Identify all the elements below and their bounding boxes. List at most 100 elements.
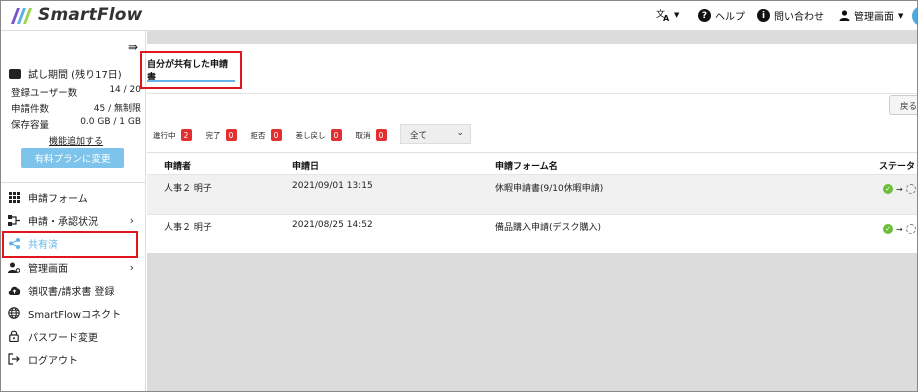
sidebar-item-approval-status[interactable]: 申請・承認状況 › <box>1 209 146 231</box>
user-gear-icon <box>7 262 21 273</box>
status-select[interactable]: 全て ⌄ <box>400 124 471 144</box>
stat-value: 45 / 無制限 <box>93 104 141 114</box>
filter-label: 取消 <box>355 130 371 140</box>
trial-status: 試し期間 (残り17日) <box>9 66 122 81</box>
sidebar-divider <box>1 182 146 183</box>
filter-label: 差し戻し <box>295 130 326 140</box>
person-icon <box>839 10 850 21</box>
logout-icon <box>7 353 21 365</box>
sidebar-item-receipts[interactable]: 領収書/請求書 登録 <box>1 279 146 301</box>
count-badge: 0 <box>375 129 387 141</box>
info-icon: i <box>757 9 770 22</box>
contact-label: 問い合わせ <box>774 12 824 23</box>
pending-circle-icon <box>905 184 916 194</box>
shared-applications-card: 自分が共有した申請書 戻る 進行中 2 完了 0 拒否 0 差し戻し 0 取消 … <box>147 44 917 253</box>
avatar[interactable] <box>912 6 917 26</box>
sidebar-item-admin[interactable]: 管理画面 › <box>1 256 146 278</box>
filter-in-progress[interactable]: 進行中 2 <box>153 129 192 141</box>
table-header-divider <box>147 152 917 153</box>
cell-status: ✓ → <box>883 184 916 194</box>
filter-label: 進行中 <box>153 130 176 140</box>
stat-value: 0.0 GB / 1 GB <box>80 117 141 127</box>
tab-bar-divider <box>147 93 917 94</box>
top-header: SmartFlow 文 A ▼ ? ヘルプ i 問い合わせ 管理画面 ▼ <box>1 1 917 31</box>
add-feature-link[interactable]: 機能追加する <box>49 134 103 147</box>
cell-applicant: 人事２ 明子 <box>164 184 212 194</box>
admin-label: 管理画面 <box>854 12 894 23</box>
question-icon: ? <box>698 9 711 22</box>
sidebar-item-label: 申請フォーム <box>28 193 88 205</box>
stat-label: 登録ユーザー数 <box>11 88 78 99</box>
sidebar-item-label: 申請・承認状況 <box>28 216 98 228</box>
chevron-right-icon: › <box>129 213 134 227</box>
stat-value: 14 / 20 <box>109 85 141 95</box>
app-name: SmartFlow <box>38 5 143 25</box>
approved-check-icon: ✓ <box>883 224 893 234</box>
select-value: 全て <box>410 131 428 141</box>
highlight-box-tab <box>140 51 242 89</box>
lock-icon <box>7 330 21 342</box>
main-content: 自分が共有した申請書 戻る 進行中 2 完了 0 拒否 0 差し戻し 0 取消 … <box>147 31 917 391</box>
count-badge: 0 <box>330 129 342 141</box>
count-badge: 2 <box>180 129 192 141</box>
cell-date: 2021/09/01 13:15 <box>292 181 373 191</box>
cell-applicant: 人事２ 明子 <box>164 223 212 233</box>
sidebar-item-label: ログアウト <box>28 355 78 367</box>
filter-cancelled[interactable]: 取消 0 <box>356 129 387 141</box>
column-header-form-name[interactable]: 申請フォーム名 <box>495 159 558 172</box>
sidebar: ⇛ 試し期間 (残り17日) 登録ユーザー数 14 / 20 申請件数 45 /… <box>1 31 146 391</box>
sidebar-item-application-forms[interactable]: 申請フォーム <box>1 186 146 208</box>
chevron-down-icon: ⌄ <box>456 128 464 138</box>
upgrade-plan-button[interactable]: 有料プランに変更 <box>21 148 124 168</box>
language-menu[interactable]: 文 A ▼ <box>656 8 679 21</box>
highlight-box-sidebar <box>2 231 138 258</box>
chevron-right-icon: › <box>129 260 134 274</box>
sidebar-item-connect[interactable]: SmartFlowコネクト <box>1 302 146 324</box>
admin-menu[interactable]: 管理画面 ▼ <box>839 8 903 23</box>
stat-label: 申請件数 <box>11 104 50 115</box>
count-badge: 0 <box>225 129 237 141</box>
globe-icon <box>7 307 21 319</box>
arrow-right-icon: → <box>896 184 903 194</box>
column-header-applicant[interactable]: 申請者 <box>164 159 191 172</box>
stat-users: 登録ユーザー数 14 / 20 <box>11 85 141 99</box>
wallet-icon <box>9 68 21 79</box>
approved-check-icon: ✓ <box>883 184 893 194</box>
help-label: ヘルプ <box>715 12 745 23</box>
contact-menu[interactable]: i 問い合わせ <box>757 8 824 23</box>
filter-label: 拒否 <box>250 130 266 140</box>
cell-form-name: 備品購入申請(デスク購入) <box>495 223 602 233</box>
count-badge: 0 <box>270 129 282 141</box>
pending-circle-icon <box>905 224 916 234</box>
caret-down-icon: ▼ <box>898 11 904 20</box>
cell-status: ✓ → <box>883 224 916 234</box>
sidebar-item-label: 領収書/請求書 登録 <box>28 286 115 298</box>
status-filters: 進行中 2 完了 0 拒否 0 差し戻し 0 取消 0 <box>153 129 401 141</box>
cell-form-name: 休暇申請書(9/10休暇申請) <box>495 184 604 194</box>
arrow-right-icon: → <box>896 224 903 234</box>
filter-returned[interactable]: 差し戻し 0 <box>296 129 342 141</box>
filter-label: 完了 <box>205 130 221 140</box>
grid-icon <box>7 191 21 203</box>
filter-completed[interactable]: 完了 0 <box>206 129 237 141</box>
logo-mark-icon <box>11 8 32 24</box>
sidebar-item-label: SmartFlowコネクト <box>28 309 122 321</box>
filter-rejected[interactable]: 拒否 0 <box>251 129 282 141</box>
stat-storage: 保存容量 0.0 GB / 1 GB <box>11 117 141 131</box>
smartflow-logo[interactable]: SmartFlow <box>9 4 143 26</box>
column-header-date[interactable]: 申請日 <box>292 159 319 172</box>
sidebar-item-logout[interactable]: ログアウト <box>1 348 146 370</box>
sidebar-item-password[interactable]: パスワード変更 <box>1 325 146 347</box>
cell-date: 2021/08/25 14:52 <box>292 220 373 230</box>
help-menu[interactable]: ? ヘルプ <box>698 8 745 23</box>
caret-down-icon: ▼ <box>674 10 680 19</box>
sidebar-item-label: パスワード変更 <box>28 332 98 344</box>
collapse-sidebar-icon[interactable]: ⇛ <box>128 40 138 54</box>
trial-label: 試し期間 (残り17日) <box>28 70 122 81</box>
back-button[interactable]: 戻る <box>889 95 917 115</box>
app-window: SmartFlow 文 A ▼ ? ヘルプ i 問い合わせ 管理画面 ▼ ⇛ 試… <box>0 0 918 392</box>
flow-icon <box>7 214 21 226</box>
svg-text:A: A <box>663 14 670 21</box>
stat-label: 保存容量 <box>11 120 50 131</box>
translate-icon: 文 A <box>656 8 670 21</box>
